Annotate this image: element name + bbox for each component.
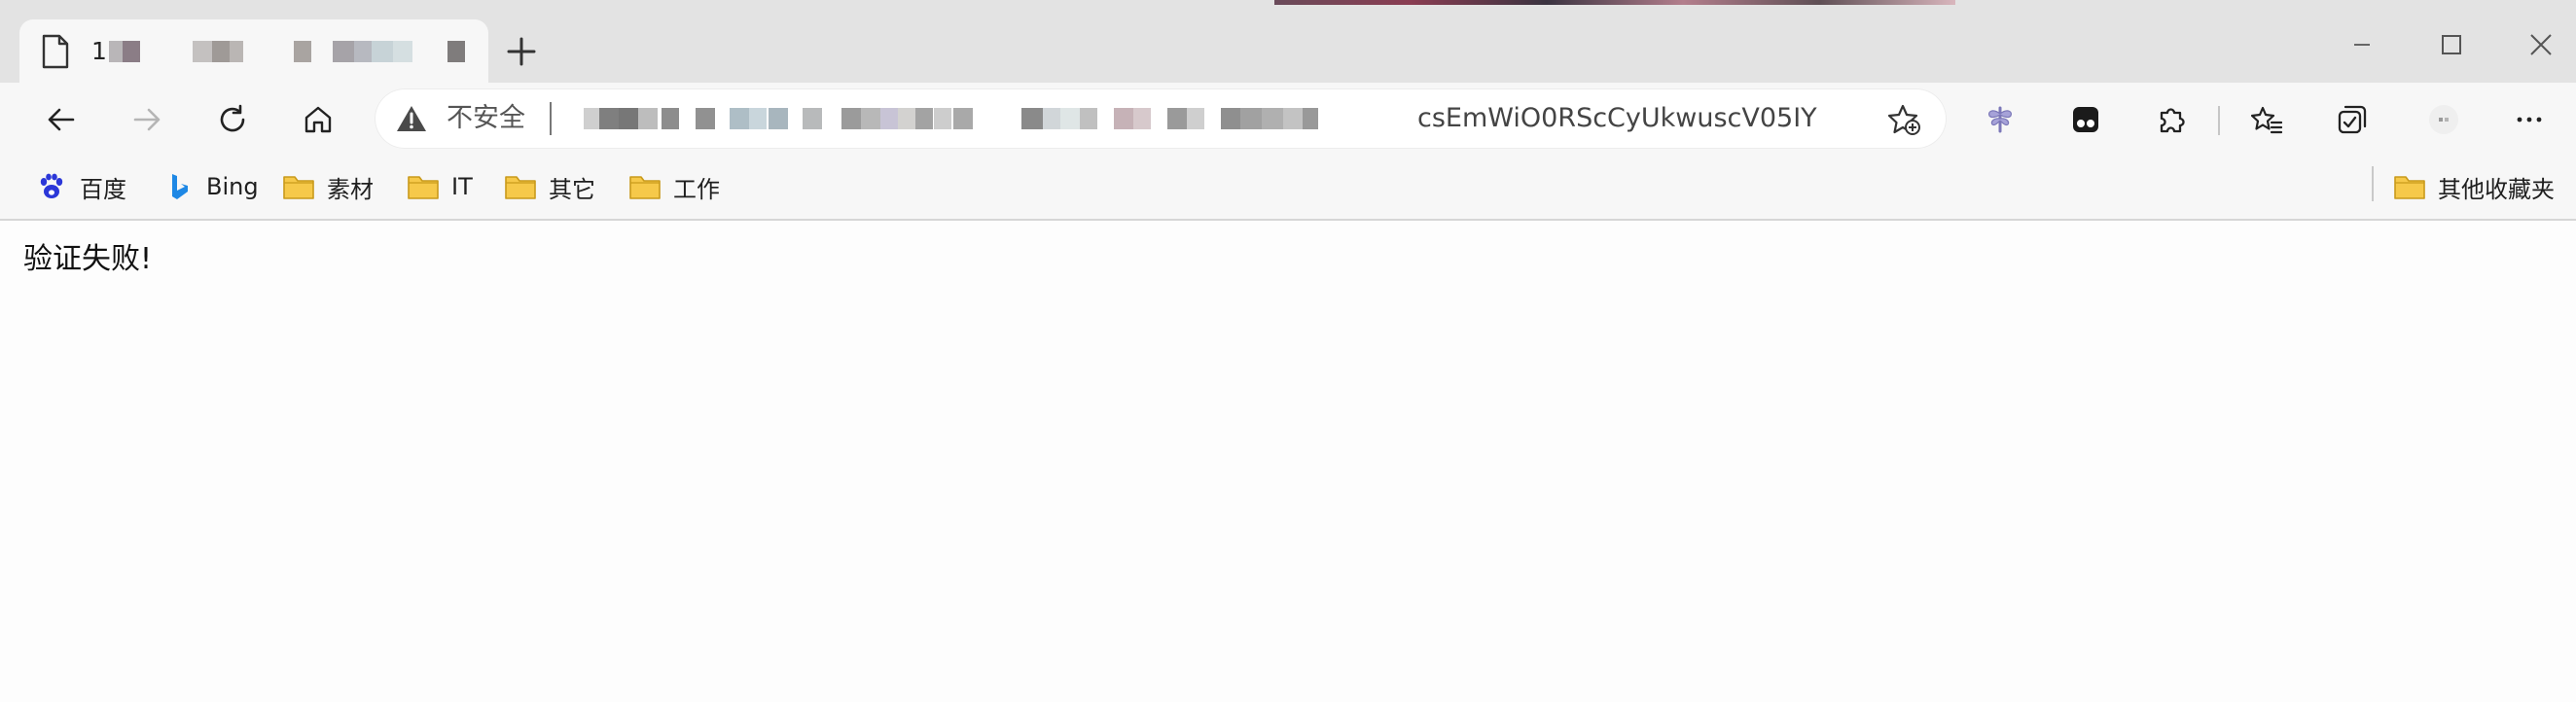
baidu-paw-icon xyxy=(35,172,68,201)
puzzle-icon xyxy=(2160,108,2185,133)
url-text[interactable]: csEmWiO0RScCyUkwuscV05IY xyxy=(1417,102,1817,135)
close-window-button[interactable] xyxy=(2514,21,2568,68)
maximize-button[interactable] xyxy=(2424,21,2479,68)
tab-title-redacted xyxy=(109,41,479,64)
bookmark-folder-it[interactable]: IT xyxy=(407,166,473,207)
favorites-star-icon xyxy=(2251,106,2282,134)
collections-icon xyxy=(2338,105,2367,134)
other-favorites-folder[interactable]: 其他收藏夹 xyxy=(2393,166,2555,207)
folder-icon xyxy=(628,172,662,201)
background-strip xyxy=(1274,0,1955,5)
tab-title: 1 xyxy=(91,37,107,65)
add-favorite-icon[interactable] xyxy=(1887,103,1922,136)
bookmark-label: Bing xyxy=(206,173,259,200)
bing-icon xyxy=(161,172,195,201)
page-icon xyxy=(42,34,69,69)
refresh-icon xyxy=(220,104,245,132)
browser-toolbar: 不安全 csEmWiO0RScCyUkwuscV05IY xyxy=(0,83,2576,157)
arrow-left-icon xyxy=(48,108,75,131)
extension-tampermonkey-button[interactable] xyxy=(2057,90,2115,149)
bookmark-label: 百度 xyxy=(80,175,126,203)
collections-button[interactable] xyxy=(2323,90,2381,149)
more-dots-icon xyxy=(2517,117,2542,123)
settings-more-button[interactable] xyxy=(2500,90,2558,149)
verification-failed-message: 验证失败! xyxy=(23,242,153,276)
new-tab-button[interactable] xyxy=(494,27,549,76)
warning-icon[interactable] xyxy=(396,104,427,133)
title-bar: 1 xyxy=(0,0,2576,83)
refresh-button[interactable] xyxy=(203,90,262,149)
minimize-icon xyxy=(2354,44,2370,46)
folder-icon xyxy=(407,172,440,201)
bookmark-label: 工作 xyxy=(673,175,720,203)
toolbar-divider xyxy=(2218,106,2220,135)
bookmark-bing[interactable]: Bing xyxy=(161,166,259,207)
folder-icon xyxy=(2393,172,2426,201)
other-favorites-label: 其他收藏夹 xyxy=(2438,175,2555,203)
tampermonkey-icon xyxy=(2073,107,2098,132)
folder-icon xyxy=(504,172,537,201)
favorites-bar: 百度 Bing 素材 IT 其它 工作 其他收藏夹 xyxy=(0,157,2576,221)
bookmark-folder-sucai[interactable]: 素材 xyxy=(282,166,374,207)
bookmark-label: 素材 xyxy=(327,175,374,203)
profile-button[interactable] xyxy=(2415,90,2473,149)
forward-button[interactable] xyxy=(118,90,176,149)
address-divider xyxy=(550,102,552,135)
favorites-button[interactable] xyxy=(2237,90,2296,149)
close-icon xyxy=(2530,34,2552,55)
extensions-button[interactable] xyxy=(2142,90,2200,149)
plus-icon xyxy=(507,37,536,66)
active-tab[interactable]: 1 xyxy=(19,19,488,83)
bookmark-label: 其它 xyxy=(549,175,595,203)
home-button[interactable] xyxy=(289,90,347,149)
avatar xyxy=(2429,105,2458,134)
arrow-right-icon xyxy=(133,108,161,131)
bookmark-label: IT xyxy=(451,173,473,200)
back-button[interactable] xyxy=(32,90,90,149)
not-secure-label[interactable]: 不安全 xyxy=(447,102,525,135)
dragonfly-icon xyxy=(1987,106,2013,133)
page-content: 验证失败! xyxy=(0,221,2576,702)
address-bar[interactable]: 不安全 csEmWiO0RScCyUkwuscV05IY xyxy=(375,88,1947,149)
home-icon xyxy=(304,106,332,133)
extension-dragonfly-button[interactable] xyxy=(1971,90,2029,149)
bookmark-baidu[interactable]: 百度 xyxy=(35,166,126,207)
bookmark-folder-qita[interactable]: 其它 xyxy=(504,166,595,207)
folder-icon xyxy=(282,172,315,201)
bookmark-folder-gongzuo[interactable]: 工作 xyxy=(628,166,720,207)
maximize-icon xyxy=(2442,35,2461,54)
favorites-divider xyxy=(2372,166,2374,201)
minimize-button[interactable] xyxy=(2335,21,2389,68)
